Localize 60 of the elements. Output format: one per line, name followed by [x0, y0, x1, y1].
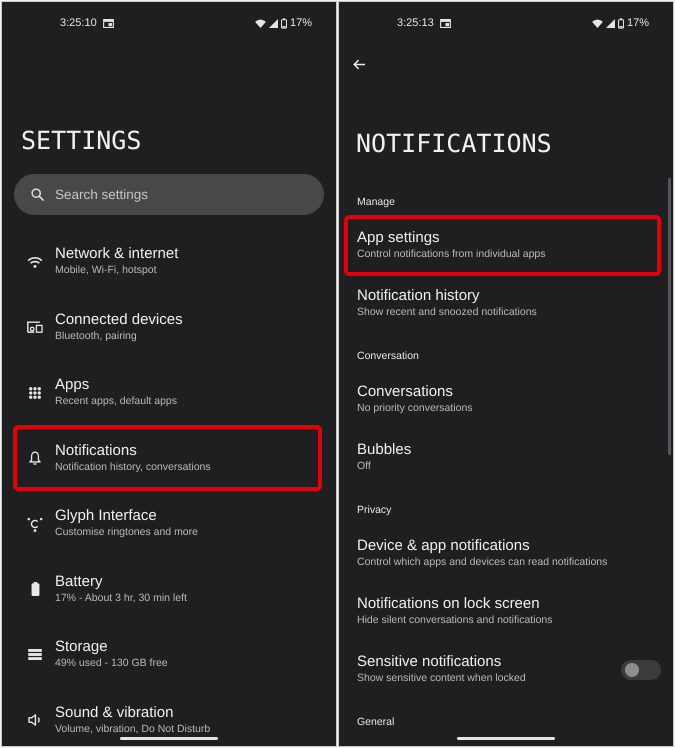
- item-subtitle: Customise ringtones and more: [55, 525, 198, 540]
- item-subtitle: Show sensitive content when locked: [357, 671, 526, 686]
- item-subtitle: Recent apps, default apps: [55, 394, 178, 409]
- item-title[interactable]: Apps: [55, 376, 90, 394]
- item-title[interactable]: Battery: [55, 572, 103, 590]
- section-header: Conversation: [357, 349, 419, 363]
- speaker-icon: [28, 714, 42, 726]
- signal-icon: [268, 18, 278, 28]
- section-header: General: [357, 715, 394, 729]
- item-title[interactable]: Notifications: [55, 442, 137, 460]
- page-title: NOTIFICATIONS: [356, 128, 552, 160]
- item-subtitle: Hide silent conversations and notifications: [357, 613, 553, 628]
- back-arrow-icon: [352, 58, 366, 70]
- item-subtitle: Notification history, conversations: [55, 460, 211, 474]
- item-title[interactable]: Network & internet: [55, 245, 178, 263]
- item-subtitle: Off: [357, 459, 371, 474]
- item-title[interactable]: Storage: [55, 638, 108, 656]
- item-title[interactable]: Sensitive notifications: [357, 653, 502, 671]
- item-subtitle: No priority conversations: [357, 401, 473, 416]
- item-subtitle: Control which apps and devices can read notifications: [357, 555, 608, 570]
- apps-grid-icon: [29, 386, 41, 398]
- wifi-icon: [254, 18, 266, 28]
- item-title[interactable]: App settings: [357, 229, 440, 247]
- search-field[interactable]: Search settings: [14, 174, 324, 215]
- item-subtitle: 49% used - 130 GB free: [55, 656, 168, 671]
- item-title[interactable]: Notification history: [357, 287, 480, 305]
- item-subtitle: 17% - About 3 hr, 30 min left: [55, 590, 187, 606]
- search-icon: [31, 188, 44, 201]
- window-icon: [102, 18, 114, 28]
- battery-icon: [618, 18, 624, 28]
- window-icon: [440, 18, 451, 28]
- item-subtitle: Mobile, Wi-Fi, hotspot: [55, 263, 157, 278]
- toggle-switch[interactable]: [621, 660, 661, 680]
- glyph-icon: [27, 516, 43, 532]
- storage-icon: [28, 649, 42, 660]
- status-time: 3:25:10: [60, 16, 97, 30]
- item-subtitle: Show recent and snoozed notifications: [357, 305, 537, 320]
- section-header: Privacy: [357, 503, 392, 517]
- item-subtitle: Control notifications from individual apps: [357, 247, 546, 262]
- item-title[interactable]: Bubbles: [357, 441, 412, 459]
- devices-icon: [27, 321, 43, 333]
- battery-percent: 17%: [626, 16, 649, 30]
- item-subtitle: Bluetooth, pairing: [55, 328, 137, 344]
- wifi-icon: [27, 256, 43, 268]
- bell-icon: [29, 451, 41, 465]
- item-title[interactable]: Connected devices: [55, 310, 183, 328]
- page-title: SETTINGS: [21, 125, 142, 157]
- item-title[interactable]: Conversations: [357, 383, 453, 401]
- item-title[interactable]: Glyph Interface: [55, 507, 157, 525]
- item-title[interactable]: Device & app notifications: [357, 537, 530, 555]
- item-title[interactable]: Notifications on lock screen: [357, 595, 540, 613]
- item-subtitle: Volume, vibration, Do Not Disturb: [55, 722, 210, 736]
- signal-icon: [606, 18, 615, 28]
- battery-icon: [30, 582, 40, 596]
- status-time: 3:25:13: [397, 16, 434, 30]
- battery-percent: 17%: [290, 16, 312, 30]
- battery-icon: [280, 18, 287, 28]
- wifi-icon: [592, 18, 603, 28]
- item-title[interactable]: Sound & vibration: [55, 704, 174, 722]
- section-header: Manage: [357, 195, 395, 209]
